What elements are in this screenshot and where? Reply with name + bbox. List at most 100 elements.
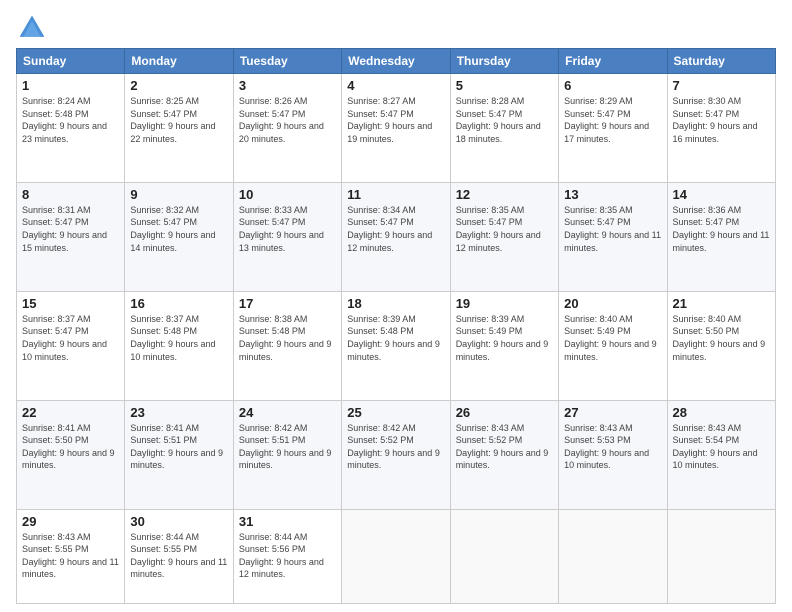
calendar-cell: 9 Sunrise: 8:32 AMSunset: 5:47 PMDayligh… <box>125 182 233 291</box>
day-number: 5 <box>456 78 553 93</box>
day-number: 20 <box>564 296 661 311</box>
calendar-cell: 28 Sunrise: 8:43 AMSunset: 5:54 PMDaylig… <box>667 400 775 509</box>
day-number: 16 <box>130 296 227 311</box>
day-detail: Sunrise: 8:43 AMSunset: 5:53 PMDaylight:… <box>564 423 649 471</box>
day-number: 17 <box>239 296 336 311</box>
day-detail: Sunrise: 8:35 AMSunset: 5:47 PMDaylight:… <box>564 205 661 253</box>
calendar-cell: 31 Sunrise: 8:44 AMSunset: 5:56 PMDaylig… <box>233 509 341 604</box>
day-detail: Sunrise: 8:27 AMSunset: 5:47 PMDaylight:… <box>347 96 432 144</box>
day-header-tuesday: Tuesday <box>233 49 341 74</box>
day-detail: Sunrise: 8:38 AMSunset: 5:48 PMDaylight:… <box>239 314 332 362</box>
calendar-cell: 26 Sunrise: 8:43 AMSunset: 5:52 PMDaylig… <box>450 400 558 509</box>
day-header-thursday: Thursday <box>450 49 558 74</box>
day-header-sunday: Sunday <box>17 49 125 74</box>
day-detail: Sunrise: 8:35 AMSunset: 5:47 PMDaylight:… <box>456 205 541 253</box>
day-detail: Sunrise: 8:31 AMSunset: 5:47 PMDaylight:… <box>22 205 107 253</box>
day-detail: Sunrise: 8:42 AMSunset: 5:52 PMDaylight:… <box>347 423 440 471</box>
calendar-cell: 5 Sunrise: 8:28 AMSunset: 5:47 PMDayligh… <box>450 74 558 183</box>
day-detail: Sunrise: 8:37 AMSunset: 5:47 PMDaylight:… <box>22 314 107 362</box>
calendar-cell: 1 Sunrise: 8:24 AMSunset: 5:48 PMDayligh… <box>17 74 125 183</box>
day-number: 10 <box>239 187 336 202</box>
day-number: 7 <box>673 78 770 93</box>
day-header-wednesday: Wednesday <box>342 49 450 74</box>
day-number: 6 <box>564 78 661 93</box>
calendar-cell: 23 Sunrise: 8:41 AMSunset: 5:51 PMDaylig… <box>125 400 233 509</box>
calendar-cell: 19 Sunrise: 8:39 AMSunset: 5:49 PMDaylig… <box>450 291 558 400</box>
calendar-cell: 8 Sunrise: 8:31 AMSunset: 5:47 PMDayligh… <box>17 182 125 291</box>
day-detail: Sunrise: 8:30 AMSunset: 5:47 PMDaylight:… <box>673 96 758 144</box>
day-number: 8 <box>22 187 119 202</box>
day-detail: Sunrise: 8:43 AMSunset: 5:54 PMDaylight:… <box>673 423 758 471</box>
calendar-cell: 27 Sunrise: 8:43 AMSunset: 5:53 PMDaylig… <box>559 400 667 509</box>
day-number: 13 <box>564 187 661 202</box>
calendar-cell: 13 Sunrise: 8:35 AMSunset: 5:47 PMDaylig… <box>559 182 667 291</box>
header <box>16 12 776 44</box>
day-detail: Sunrise: 8:42 AMSunset: 5:51 PMDaylight:… <box>239 423 332 471</box>
calendar-cell: 12 Sunrise: 8:35 AMSunset: 5:47 PMDaylig… <box>450 182 558 291</box>
day-number: 31 <box>239 514 336 529</box>
day-number: 27 <box>564 405 661 420</box>
day-number: 19 <box>456 296 553 311</box>
day-number: 29 <box>22 514 119 529</box>
day-number: 22 <box>22 405 119 420</box>
calendar-cell: 24 Sunrise: 8:42 AMSunset: 5:51 PMDaylig… <box>233 400 341 509</box>
day-number: 1 <box>22 78 119 93</box>
day-detail: Sunrise: 8:26 AMSunset: 5:47 PMDaylight:… <box>239 96 324 144</box>
calendar-table: SundayMondayTuesdayWednesdayThursdayFrid… <box>16 48 776 604</box>
calendar-cell: 11 Sunrise: 8:34 AMSunset: 5:47 PMDaylig… <box>342 182 450 291</box>
day-number: 2 <box>130 78 227 93</box>
calendar-cell: 10 Sunrise: 8:33 AMSunset: 5:47 PMDaylig… <box>233 182 341 291</box>
day-number: 26 <box>456 405 553 420</box>
calendar-cell: 29 Sunrise: 8:43 AMSunset: 5:55 PMDaylig… <box>17 509 125 604</box>
day-detail: Sunrise: 8:25 AMSunset: 5:47 PMDaylight:… <box>130 96 215 144</box>
day-number: 14 <box>673 187 770 202</box>
calendar-cell: 18 Sunrise: 8:39 AMSunset: 5:48 PMDaylig… <box>342 291 450 400</box>
day-number: 25 <box>347 405 444 420</box>
calendar-cell: 2 Sunrise: 8:25 AMSunset: 5:47 PMDayligh… <box>125 74 233 183</box>
day-detail: Sunrise: 8:43 AMSunset: 5:55 PMDaylight:… <box>22 532 119 580</box>
day-header-friday: Friday <box>559 49 667 74</box>
day-detail: Sunrise: 8:39 AMSunset: 5:49 PMDaylight:… <box>456 314 549 362</box>
calendar-cell: 25 Sunrise: 8:42 AMSunset: 5:52 PMDaylig… <box>342 400 450 509</box>
day-detail: Sunrise: 8:34 AMSunset: 5:47 PMDaylight:… <box>347 205 432 253</box>
day-number: 30 <box>130 514 227 529</box>
day-detail: Sunrise: 8:44 AMSunset: 5:56 PMDaylight:… <box>239 532 324 580</box>
logo <box>16 12 52 44</box>
day-header-monday: Monday <box>125 49 233 74</box>
calendar-cell: 3 Sunrise: 8:26 AMSunset: 5:47 PMDayligh… <box>233 74 341 183</box>
calendar-cell <box>450 509 558 604</box>
day-number: 28 <box>673 405 770 420</box>
calendar-cell: 17 Sunrise: 8:38 AMSunset: 5:48 PMDaylig… <box>233 291 341 400</box>
calendar-cell: 7 Sunrise: 8:30 AMSunset: 5:47 PMDayligh… <box>667 74 775 183</box>
day-detail: Sunrise: 8:29 AMSunset: 5:47 PMDaylight:… <box>564 96 649 144</box>
calendar-cell <box>342 509 450 604</box>
calendar-cell: 30 Sunrise: 8:44 AMSunset: 5:55 PMDaylig… <box>125 509 233 604</box>
day-detail: Sunrise: 8:44 AMSunset: 5:55 PMDaylight:… <box>130 532 227 580</box>
day-detail: Sunrise: 8:36 AMSunset: 5:47 PMDaylight:… <box>673 205 770 253</box>
day-detail: Sunrise: 8:33 AMSunset: 5:47 PMDaylight:… <box>239 205 324 253</box>
calendar-cell: 22 Sunrise: 8:41 AMSunset: 5:50 PMDaylig… <box>17 400 125 509</box>
day-number: 9 <box>130 187 227 202</box>
logo-icon <box>16 12 48 44</box>
day-detail: Sunrise: 8:40 AMSunset: 5:50 PMDaylight:… <box>673 314 766 362</box>
day-number: 21 <box>673 296 770 311</box>
day-detail: Sunrise: 8:39 AMSunset: 5:48 PMDaylight:… <box>347 314 440 362</box>
day-number: 24 <box>239 405 336 420</box>
calendar-cell: 14 Sunrise: 8:36 AMSunset: 5:47 PMDaylig… <box>667 182 775 291</box>
day-number: 11 <box>347 187 444 202</box>
page: SundayMondayTuesdayWednesdayThursdayFrid… <box>0 0 792 612</box>
day-number: 4 <box>347 78 444 93</box>
day-detail: Sunrise: 8:41 AMSunset: 5:50 PMDaylight:… <box>22 423 115 471</box>
day-detail: Sunrise: 8:40 AMSunset: 5:49 PMDaylight:… <box>564 314 657 362</box>
calendar-cell: 16 Sunrise: 8:37 AMSunset: 5:48 PMDaylig… <box>125 291 233 400</box>
calendar-cell <box>667 509 775 604</box>
calendar-cell: 21 Sunrise: 8:40 AMSunset: 5:50 PMDaylig… <box>667 291 775 400</box>
day-number: 3 <box>239 78 336 93</box>
day-number: 12 <box>456 187 553 202</box>
day-detail: Sunrise: 8:28 AMSunset: 5:47 PMDaylight:… <box>456 96 541 144</box>
day-detail: Sunrise: 8:41 AMSunset: 5:51 PMDaylight:… <box>130 423 223 471</box>
calendar-cell <box>559 509 667 604</box>
day-detail: Sunrise: 8:43 AMSunset: 5:52 PMDaylight:… <box>456 423 549 471</box>
day-number: 15 <box>22 296 119 311</box>
day-detail: Sunrise: 8:37 AMSunset: 5:48 PMDaylight:… <box>130 314 215 362</box>
